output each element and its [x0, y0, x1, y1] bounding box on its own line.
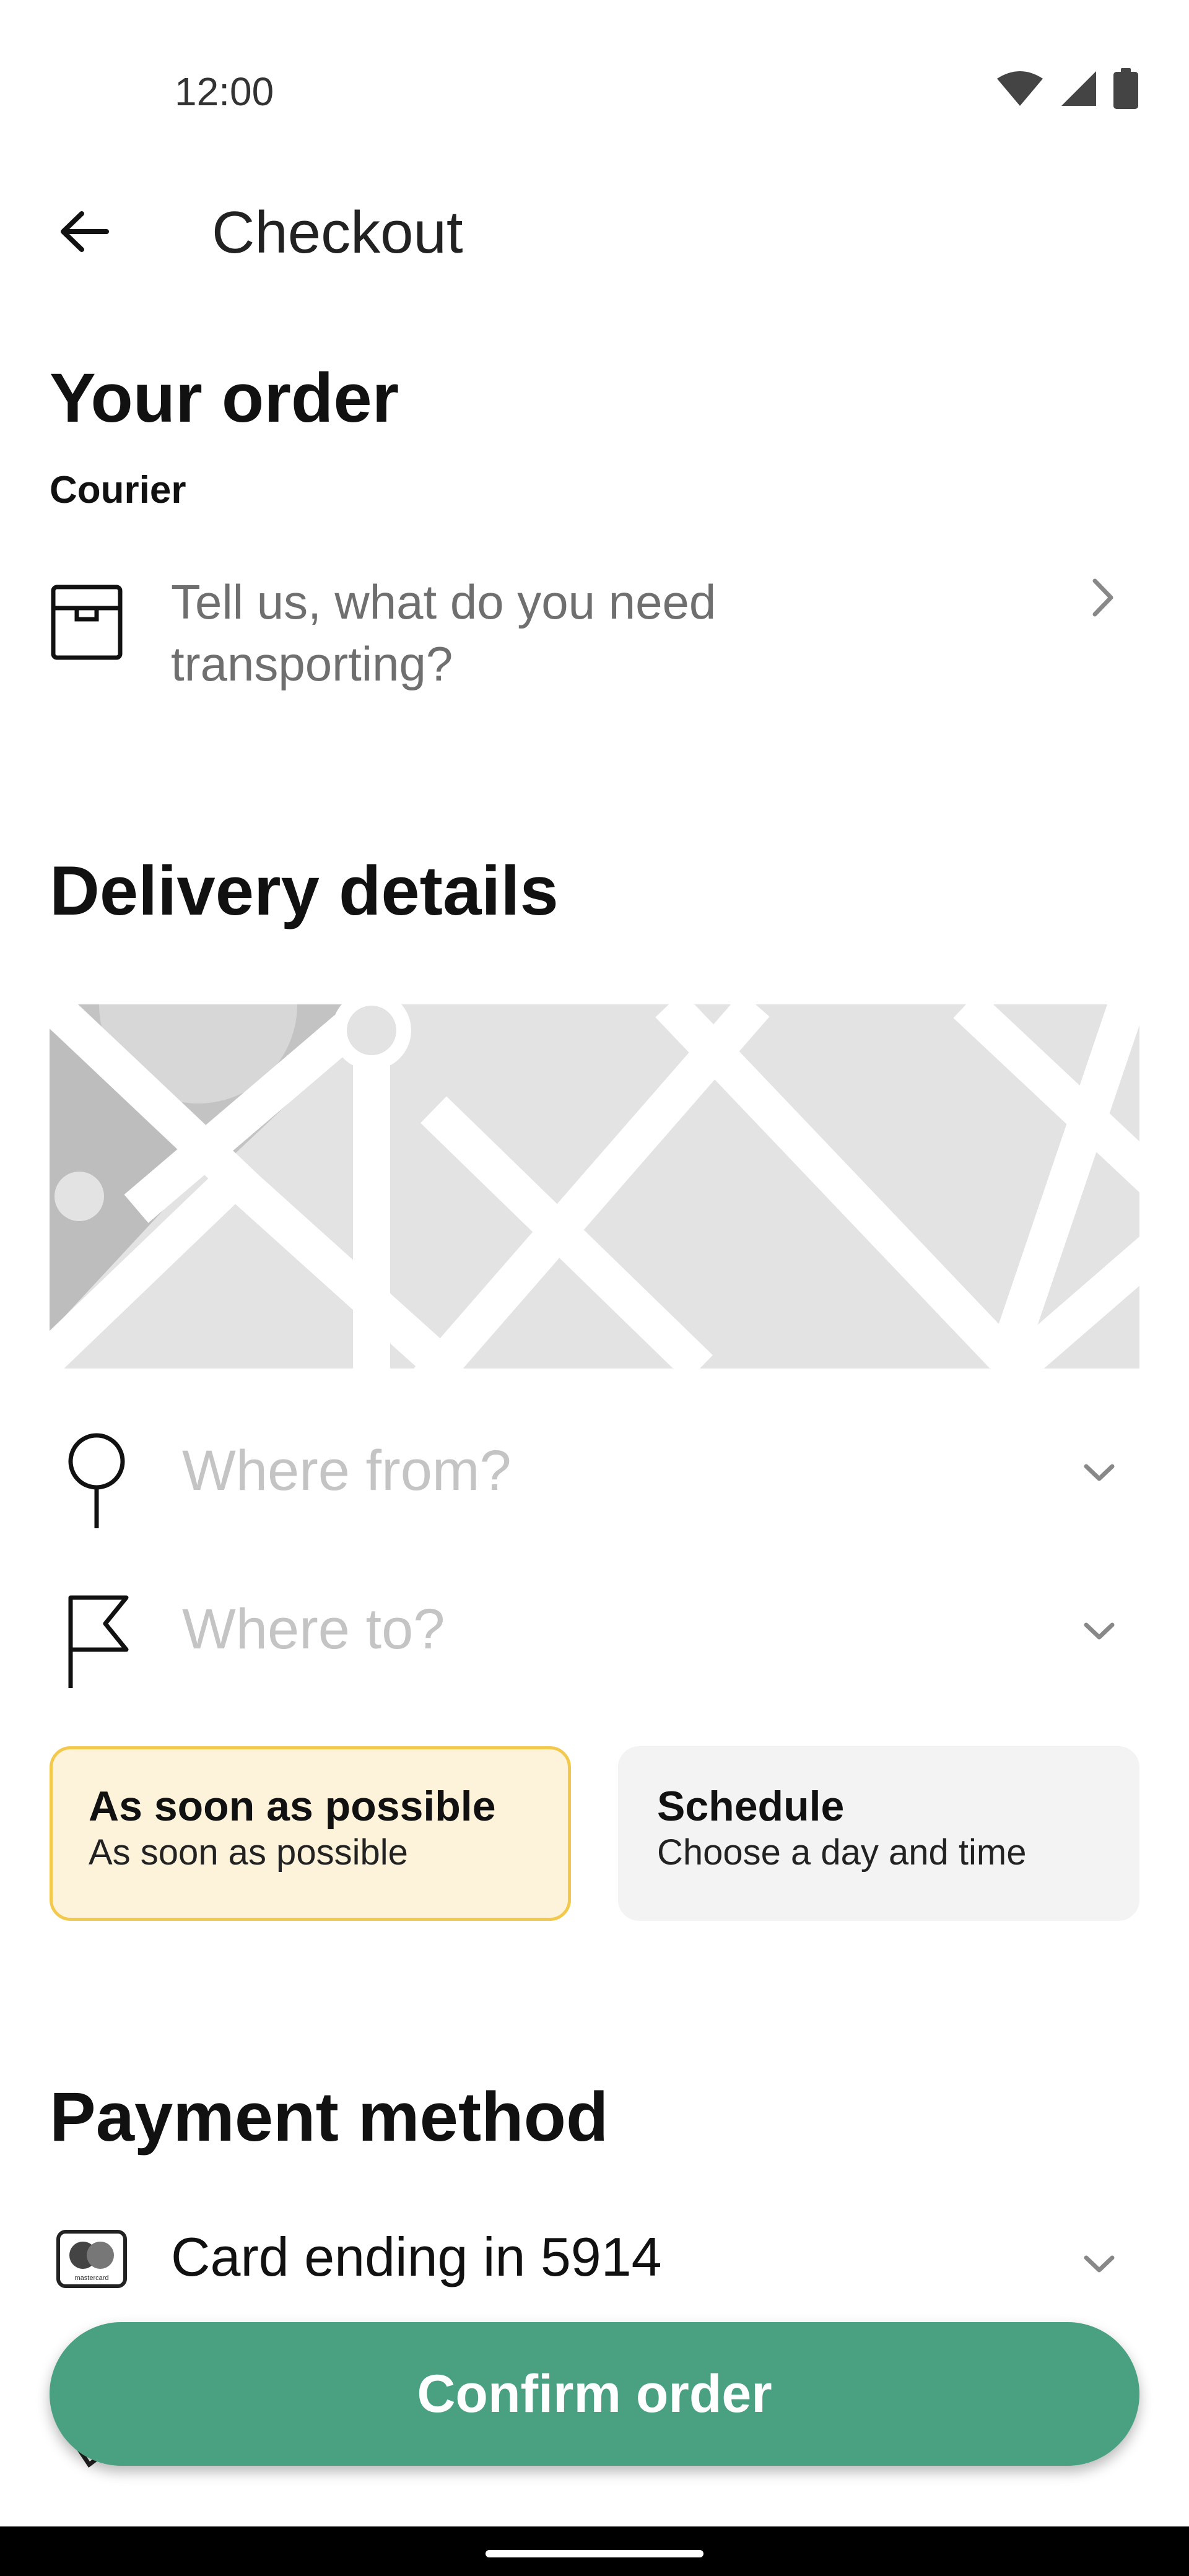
- status-icons: [996, 68, 1138, 109]
- service-label: Courier: [50, 469, 186, 511]
- page-title: Checkout: [212, 199, 463, 266]
- confirm-order-button[interactable]: Confirm order: [50, 2322, 1139, 2466]
- payment-method-heading: Payment method: [50, 2078, 609, 2156]
- back-button[interactable]: [50, 197, 119, 266]
- arrow-left-icon: [61, 211, 109, 252]
- to-address-row[interactable]: [50, 1577, 1139, 1688]
- from-address-row[interactable]: [50, 1418, 1139, 1530]
- status-time: 12:00: [175, 69, 274, 114]
- payment-card-label: Card ending in 5914: [171, 2226, 662, 2287]
- flag-icon: [68, 1595, 129, 1688]
- order-item-prompt: Tell us, what do you need transporting?: [171, 575, 716, 691]
- map-preview[interactable]: [50, 1004, 1139, 1368]
- schedule-option-subtitle: Choose a day and time: [657, 1832, 1027, 1873]
- signal-icon: [1061, 71, 1096, 106]
- mastercard-icon: mastercard: [56, 2230, 127, 2288]
- home-indicator[interactable]: [486, 2550, 703, 2557]
- asap-option-title: As soon as possible: [89, 1783, 496, 1830]
- payment-card-row[interactable]: mastercard Card ending in 5914: [50, 2217, 1139, 2316]
- asap-option-card[interactable]: As soon as possible As soon as possible: [50, 1746, 571, 1921]
- chevron-down-icon: [1084, 1464, 1115, 1481]
- chevron-down-icon: [1084, 2255, 1115, 2273]
- order-item-row[interactable]: Tell us, what do you need transporting?: [50, 564, 1139, 712]
- map-illustration: [50, 1004, 1139, 1368]
- schedule-option-title: Schedule: [657, 1783, 845, 1830]
- chevron-down-icon: [1084, 1622, 1115, 1640]
- to-address-input[interactable]: [182, 1595, 987, 1663]
- box-icon: [51, 585, 123, 660]
- battery-icon: [1113, 68, 1138, 109]
- chevron-right-icon: [1092, 578, 1113, 617]
- mastercard-wordmark: mastercard: [74, 2274, 108, 2282]
- delivery-details-heading: Delivery details: [50, 852, 559, 929]
- your-order-heading: Your order: [50, 359, 399, 437]
- schedule-option-card[interactable]: Schedule Choose a day and time: [618, 1746, 1139, 1921]
- asap-option-subtitle: As soon as possible: [89, 1832, 408, 1873]
- pin-icon: [68, 1433, 125, 1528]
- wifi-icon: [997, 71, 1043, 106]
- from-address-input[interactable]: [182, 1437, 987, 1505]
